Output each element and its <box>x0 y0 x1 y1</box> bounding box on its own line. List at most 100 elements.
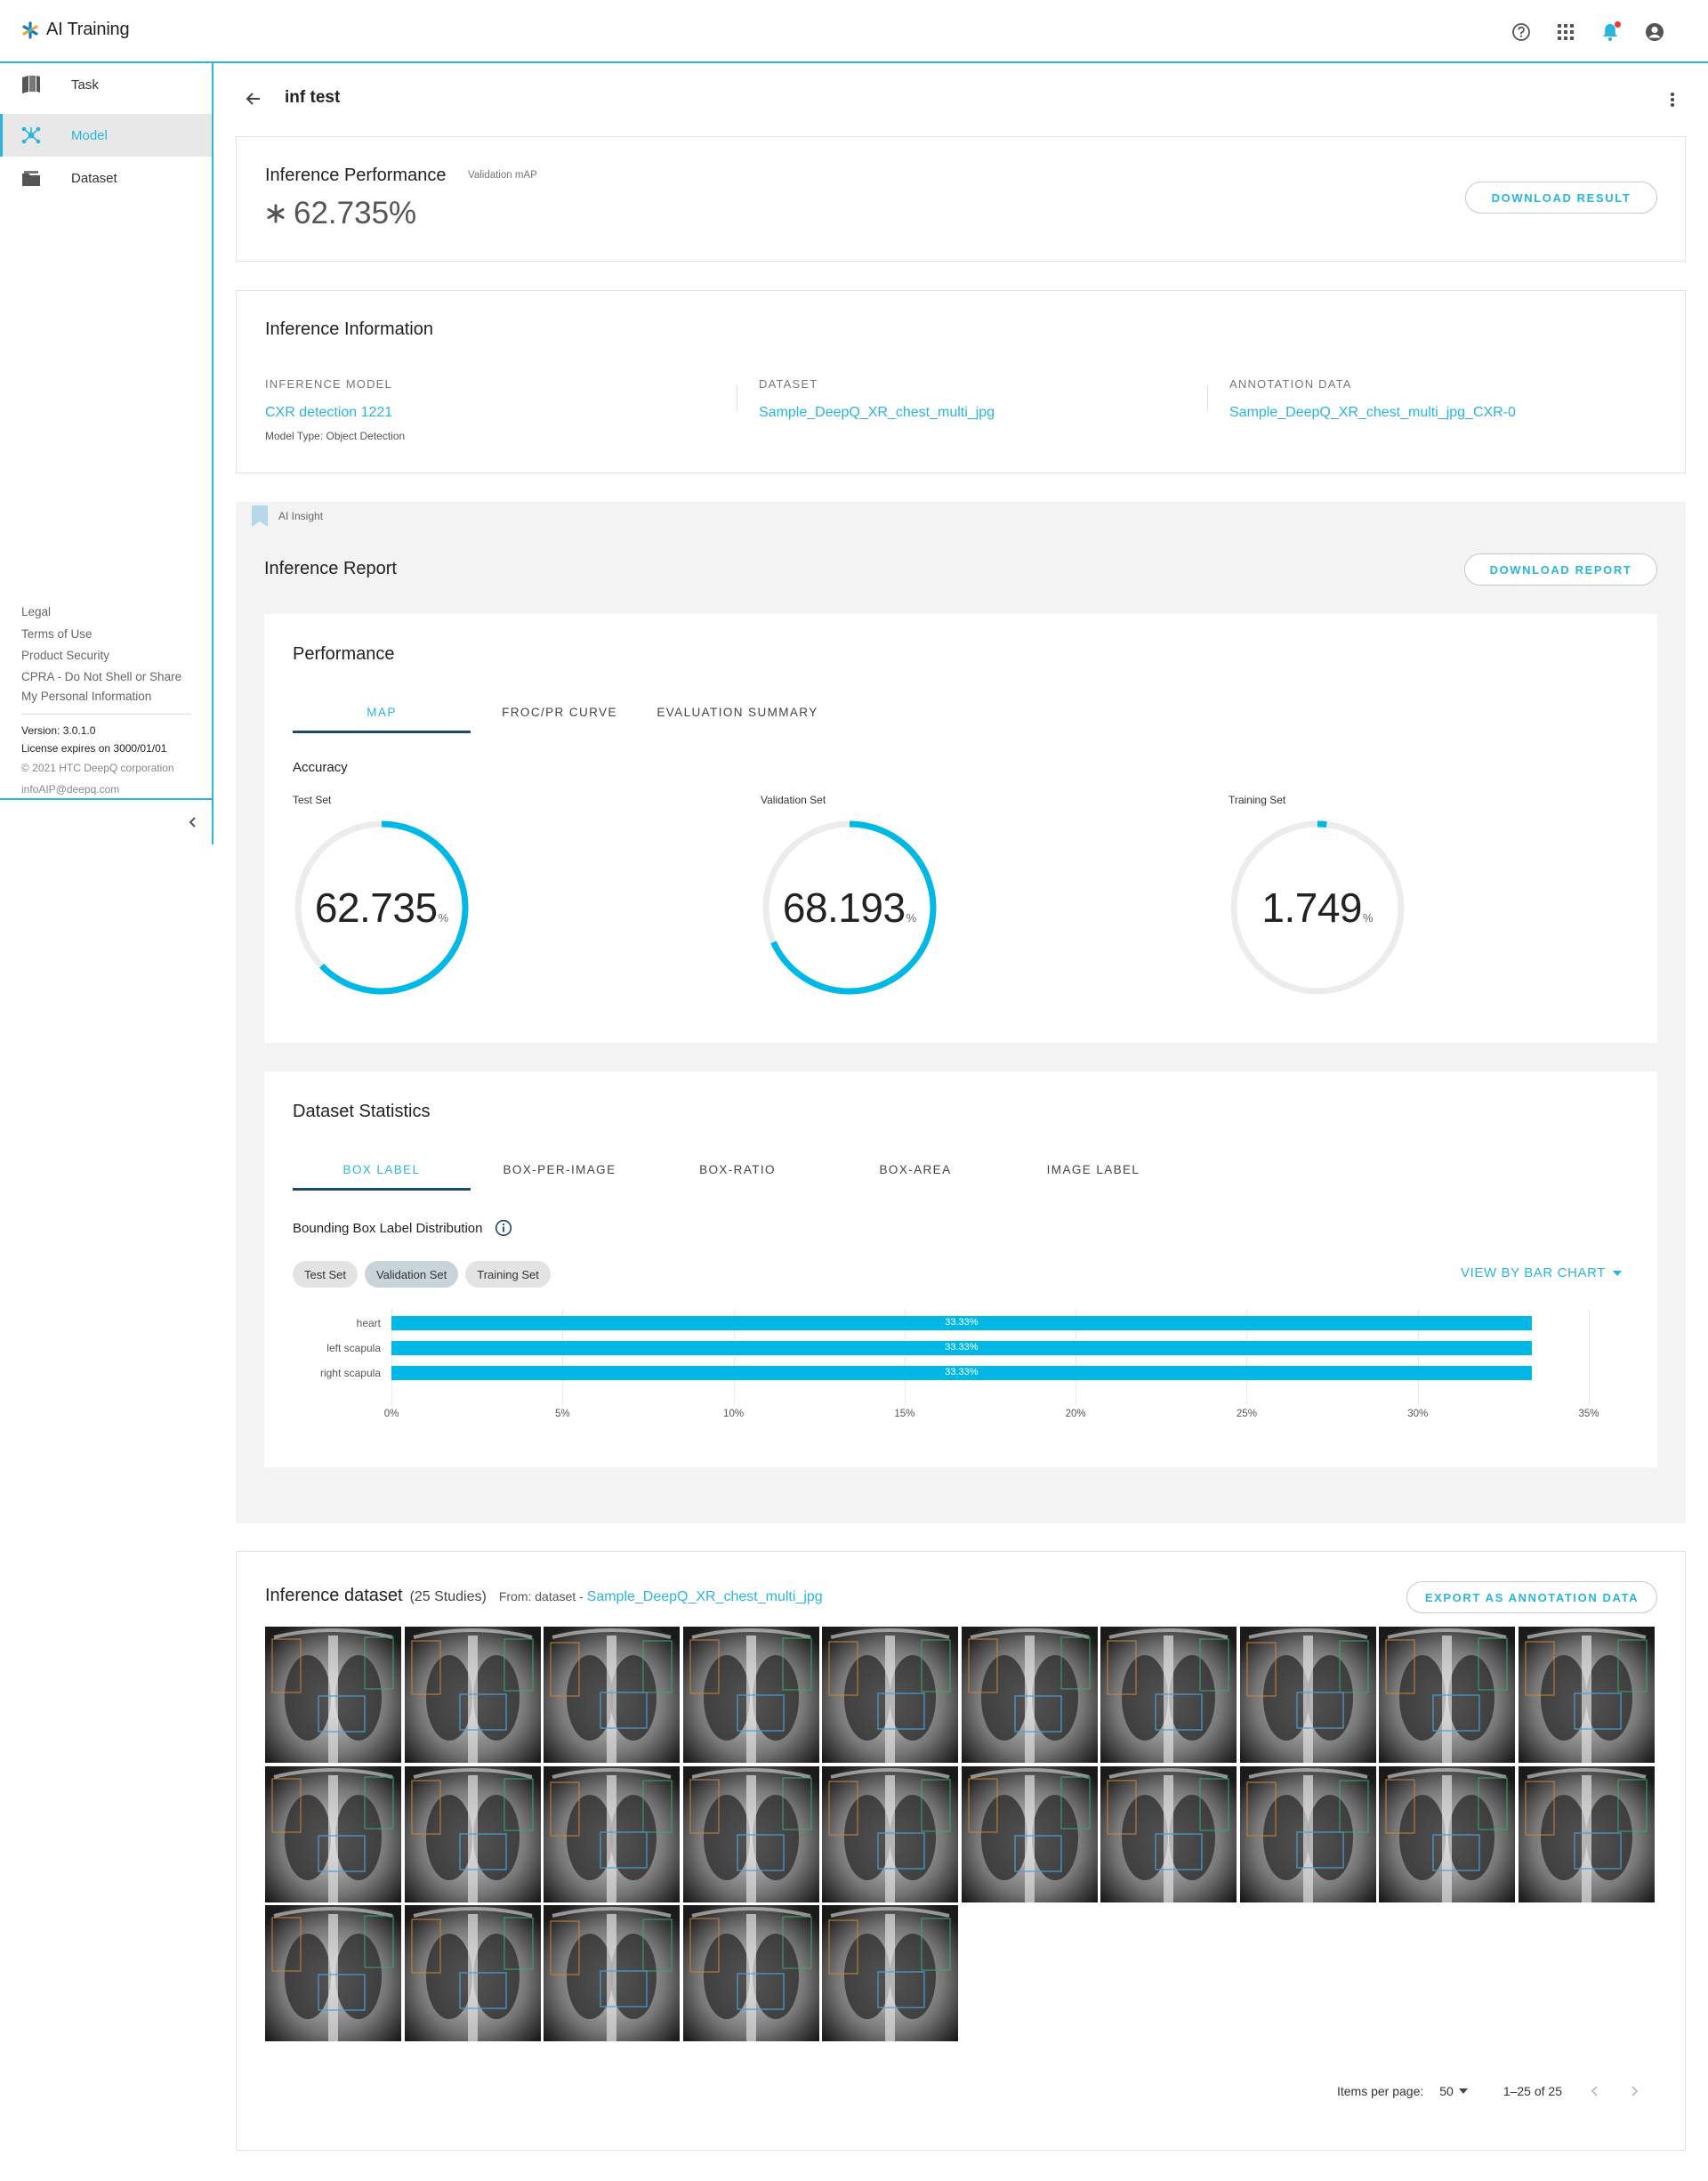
chip-validation-set[interactable]: Validation Set <box>364 1261 459 1288</box>
tab-froc-pr-curve[interactable]: FROC/PR CURVE <box>471 691 649 733</box>
previous-page-icon[interactable] <box>1589 2085 1601 2097</box>
xray-thumbnail[interactable] <box>1379 1627 1515 1763</box>
collapse-sidebar-icon[interactable] <box>185 814 201 830</box>
next-page-icon[interactable] <box>1628 2085 1640 2097</box>
notification-bell-icon[interactable] <box>1598 20 1623 44</box>
ring-value: 68.193% <box>761 819 939 997</box>
contact-email[interactable]: infoAIP@deepq.com <box>21 779 190 800</box>
inference-report-title: Inference Report <box>264 559 397 578</box>
ring-title: Validation Set <box>761 794 826 806</box>
ring-title: Test Set <box>293 794 332 806</box>
app-logo[interactable]: AI Training <box>21 20 130 40</box>
tab-image-label[interactable]: IMAGE LABEL <box>1004 1148 1182 1191</box>
category-label: left scapula <box>326 1342 381 1354</box>
dataset-field: DATASET Sample_DeepQ_XR_chest_multi_jpg <box>759 376 995 421</box>
sidebar-item-label: Task <box>71 77 99 93</box>
bar-data-label: 33.33% <box>945 1342 979 1353</box>
product-security-link[interactable]: Product Security <box>21 645 190 667</box>
apps-grid-icon[interactable] <box>1553 20 1578 44</box>
xray-thumbnail[interactable] <box>265 1627 401 1763</box>
validation-set-ring: Validation Set 68.193% <box>761 792 965 1014</box>
xray-thumbnail[interactable] <box>682 1905 819 2041</box>
xray-thumbnail[interactable] <box>682 1765 819 1902</box>
xray-thumbnail[interactable] <box>1239 1765 1376 1902</box>
xray-thumbnail[interactable] <box>822 1627 958 1763</box>
test-set-ring: Test Set 62.735% <box>293 792 497 1014</box>
xray-thumbnail[interactable] <box>544 1765 680 1902</box>
tab-box-label[interactable]: BOX LABEL <box>293 1148 471 1191</box>
items-per-page-label: Items per page: <box>1336 2084 1424 2098</box>
tab-evaluation-summary[interactable]: EVALUATION SUMMARY <box>649 691 826 733</box>
inference-dataset-heading: Inference dataset (25 Studies) From: dat… <box>265 1586 823 1606</box>
bbox-distribution-heading: Bounding Box Label Distribution <box>293 1219 512 1237</box>
license-text: License expires on 3000/01/01 <box>21 741 167 755</box>
download-result-button[interactable]: DOWNLOAD RESULT <box>1465 182 1657 214</box>
statistics-tabs: BOX LABEL BOX-PER-IMAGE BOX-RATIO BOX-AR… <box>293 1148 1182 1191</box>
performance-value: 62.735% <box>265 196 416 231</box>
info-icon[interactable] <box>495 1219 512 1237</box>
xray-thumbnail[interactable] <box>544 1905 680 2041</box>
ring-number: 62.735 <box>314 885 438 931</box>
account-icon[interactable] <box>1642 20 1667 44</box>
personal-info-link[interactable]: My Personal Information <box>21 687 190 707</box>
ring-unit: % <box>906 910 917 925</box>
tab-map[interactable]: MAP <box>293 691 471 733</box>
performance-section: Performance MAP FROC/PR CURVE EVALUATION… <box>264 614 1657 1043</box>
sidebar-divider <box>0 798 212 800</box>
x-tick-label: 25% <box>1236 1409 1257 1419</box>
xray-thumbnail[interactable] <box>822 1765 958 1902</box>
legal-link[interactable]: Legal <box>21 602 190 624</box>
xray-thumbnail[interactable] <box>544 1627 680 1763</box>
dataset-statistics-title: Dataset Statistics <box>293 1102 431 1121</box>
items-per-page-select[interactable]: 50 <box>1439 2084 1468 2098</box>
sidebar-item-task[interactable]: Task <box>0 63 212 106</box>
xray-thumbnail[interactable] <box>1518 1765 1655 1902</box>
xray-thumbnail[interactable] <box>1100 1765 1237 1902</box>
inference-model-link[interactable]: CXR detection 1221 <box>265 405 405 421</box>
chip-test-set[interactable]: Test Set <box>293 1261 358 1288</box>
view-by-dropdown[interactable]: VIEW BY BAR CHART <box>1461 1265 1622 1280</box>
sidebar: Task Model Dataset Legal Terms of Use Pr… <box>0 63 214 844</box>
ring-value: 1.749% <box>1229 819 1406 997</box>
export-annotation-button[interactable]: EXPORT AS ANNOTATION DATA <box>1406 1581 1657 1613</box>
tab-box-ratio[interactable]: BOX-RATIO <box>649 1148 826 1191</box>
tab-box-area[interactable]: BOX-AREA <box>826 1148 1004 1191</box>
back-arrow-icon[interactable] <box>245 90 262 108</box>
sidebar-item-model[interactable]: Model <box>0 114 212 157</box>
sidebar-footer: Legal Terms of Use Product Security CPRA… <box>21 602 190 800</box>
xray-thumbnail[interactable] <box>1100 1627 1237 1763</box>
xray-thumbnail[interactable] <box>822 1905 958 2041</box>
tab-box-per-image[interactable]: BOX-PER-IMAGE <box>471 1148 649 1191</box>
xray-thumbnail[interactable] <box>265 1905 401 2041</box>
xray-thumbnail[interactable] <box>682 1627 819 1763</box>
download-report-button[interactable]: DOWNLOAD REPORT <box>1464 553 1657 586</box>
chip-training-set[interactable]: Training Set <box>465 1261 551 1288</box>
cpra-link[interactable]: CPRA - Do Not Shell or Share <box>21 667 190 687</box>
xray-thumbnail[interactable] <box>265 1765 401 1902</box>
xray-thumbnail[interactable] <box>1239 1627 1376 1763</box>
performance-value-text: 62.735% <box>294 196 417 230</box>
dataset-link[interactable]: Sample_DeepQ_XR_chest_multi_jpg <box>759 405 995 421</box>
annotation-data-link[interactable]: Sample_DeepQ_XR_chest_multi_jpg_CXR-0 <box>1229 405 1516 421</box>
xray-thumbnail[interactable] <box>1379 1765 1515 1902</box>
xray-thumbnail[interactable] <box>961 1627 1098 1763</box>
category-label: heart <box>356 1317 381 1329</box>
bar-data-label: 33.33% <box>945 1317 979 1328</box>
app-title: AI Training <box>46 20 130 39</box>
xray-thumbnail[interactable] <box>1518 1627 1655 1763</box>
annotation-data-field: ANNOTATION DATA Sample_DeepQ_XR_chest_mu… <box>1229 376 1516 421</box>
from-dataset-link[interactable]: Sample_DeepQ_XR_chest_multi_jpg <box>587 1589 823 1604</box>
sidebar-item-label: Dataset <box>71 170 117 186</box>
help-icon[interactable] <box>1509 20 1534 44</box>
xray-thumbnail[interactable] <box>404 1765 541 1902</box>
xray-thumbnail[interactable] <box>961 1765 1098 1902</box>
sidebar-item-dataset[interactable]: Dataset <box>0 157 212 199</box>
xray-thumbnail[interactable] <box>404 1905 541 2041</box>
terms-link[interactable]: Terms of Use <box>21 624 190 646</box>
more-vert-icon[interactable] <box>1670 90 1679 109</box>
ai-insight-label: AI Insight <box>278 510 324 522</box>
performance-subtitle: Validation mAP <box>468 170 537 181</box>
inference-dataset-card: Inference dataset (25 Studies) From: dat… <box>236 1551 1686 2151</box>
xray-thumbnail[interactable] <box>404 1627 541 1763</box>
ring-value: 62.735% <box>293 819 471 997</box>
